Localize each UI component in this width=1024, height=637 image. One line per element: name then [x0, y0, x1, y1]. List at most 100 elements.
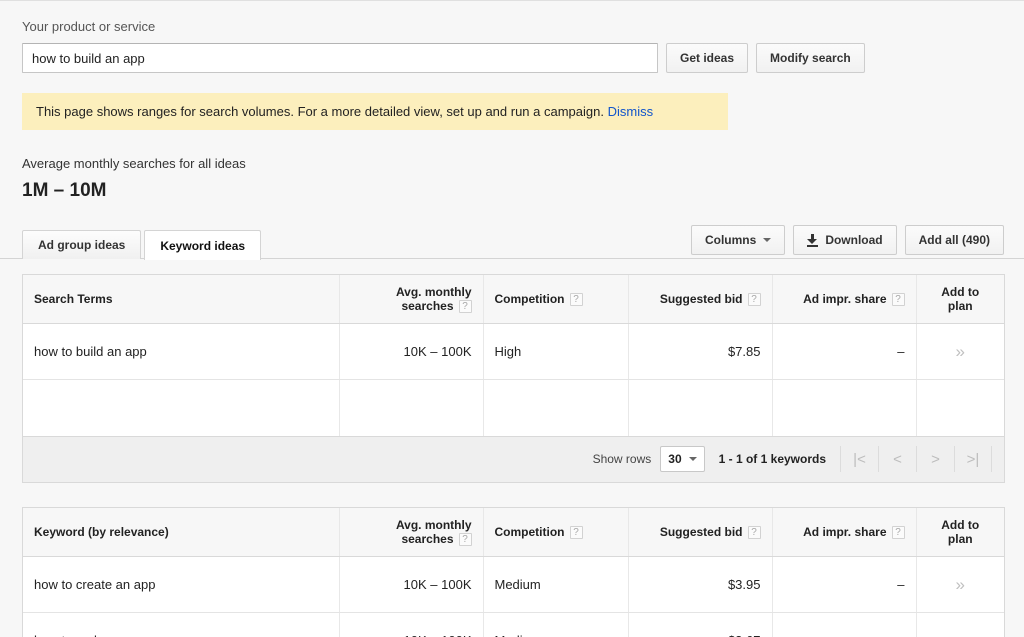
col-header-suggested-bid[interactable]: Suggested bid? — [628, 275, 773, 325]
table-spacer-row — [23, 379, 1004, 436]
pagination-bar: Show rows 30 1 - 1 of 1 keywords |< < > … — [22, 436, 1005, 483]
cell-competition: High — [483, 323, 629, 381]
help-icon[interactable]: ? — [747, 293, 761, 307]
col-header-ad-impr-share[interactable]: Ad impr. share? — [772, 275, 917, 325]
cell-ad-impr-share: – — [772, 323, 917, 381]
spacer-cell — [772, 379, 917, 436]
columns-button[interactable]: Columns — [690, 225, 786, 255]
col-label-line2: searches — [401, 531, 454, 546]
cell-avg-monthly-searches: 10K – 100K — [339, 612, 484, 637]
show-rows-label: Show rows — [592, 452, 652, 467]
col-label: Add to plan — [941, 517, 980, 546]
cell-avg-monthly-searches: 10K – 100K — [339, 556, 484, 614]
next-page-button[interactable]: > — [916, 446, 954, 473]
col-label: Keyword (by relevance) — [34, 524, 169, 539]
col-label: Suggested bid — [659, 292, 743, 306]
spacer-cell — [339, 379, 484, 436]
col-header-add-to-plan: Add to plan — [916, 507, 1004, 558]
rows-per-page-value: 30 — [668, 452, 682, 467]
pagination-range: 1 - 1 of 1 keywords — [718, 452, 826, 467]
cell-avg-monthly-searches: 10K – 100K — [339, 323, 484, 381]
col-header-search-terms[interactable]: Search Terms — [23, 275, 340, 325]
col-header-ad-impr-share[interactable]: Ad impr. share? — [772, 507, 917, 558]
download-button[interactable]: Download — [793, 225, 897, 255]
cell-add-to-plan[interactable]: » — [916, 323, 1004, 381]
last-page-button[interactable]: >| — [954, 446, 992, 473]
cell-add-to-plan[interactable]: » — [916, 612, 1004, 637]
search-field-label: Your product or service — [22, 19, 156, 34]
col-label: Competition — [494, 524, 565, 539]
col-header-competition[interactable]: Competition? — [483, 275, 629, 325]
tab-ad-group-ideas[interactable]: Ad group ideas — [22, 230, 142, 259]
col-label: Ad impr. share — [803, 292, 887, 306]
table-row[interactable]: how to create an app 10K – 100K Medium $… — [23, 556, 1004, 614]
add-to-plan-icon[interactable]: » — [956, 575, 965, 594]
col-label: Search Terms — [34, 292, 113, 307]
cell-suggested-bid: $3.95 — [628, 556, 773, 614]
prev-page-button[interactable]: < — [878, 446, 916, 473]
table-row[interactable]: how to build an app 10K – 100K High $7.8… — [23, 323, 1004, 381]
keyword-planner-page: Your product or service Get ideas Modify… — [0, 0, 1024, 637]
help-icon[interactable]: ? — [458, 300, 472, 314]
spacer-cell — [628, 379, 773, 436]
col-label-line1: Avg. monthly — [395, 285, 472, 299]
cell-add-to-plan[interactable]: » — [916, 556, 1004, 614]
cell-ad-impr-share: – — [772, 612, 917, 637]
add-to-plan-icon[interactable]: » — [956, 342, 965, 361]
summary-label: Average monthly searches for all ideas — [22, 156, 246, 171]
help-icon[interactable]: ? — [747, 526, 761, 540]
summary-value: 1M – 10M — [22, 180, 107, 201]
first-page-button[interactable]: |< — [840, 446, 878, 473]
col-label-line1: Avg. monthly — [395, 517, 472, 532]
table-header-row: Keyword (by relevance) Avg. monthly sear… — [23, 507, 1004, 558]
col-header-keyword-by-relevance[interactable]: Keyword (by relevance) — [23, 507, 340, 558]
download-icon — [807, 234, 819, 247]
col-header-add-to-plan: Add to plan — [916, 275, 1004, 325]
chevron-down-icon — [688, 457, 697, 462]
cell-suggested-bid: $3.67 — [628, 612, 773, 637]
col-header-competition[interactable]: Competition? — [483, 507, 629, 558]
tab-bar: Ad group ideas Keyword ideas Columns Dow… — [0, 225, 1024, 260]
tab-keyword-ideas[interactable]: Keyword ideas — [144, 230, 262, 260]
help-icon[interactable]: ? — [569, 526, 583, 540]
help-icon[interactable]: ? — [458, 533, 472, 547]
col-label: Ad impr. share — [803, 524, 887, 539]
spacer-cell — [916, 379, 1004, 436]
col-header-suggested-bid[interactable]: Suggested bid? — [628, 507, 773, 558]
col-header-avg-monthly-searches[interactable]: Avg. monthly searches? — [339, 507, 484, 558]
table-header-row: Search Terms Avg. monthly searches? Comp… — [23, 275, 1004, 325]
spacer-cell — [23, 379, 340, 436]
notice-banner: This page shows ranges for search volume… — [22, 93, 728, 130]
get-ideas-button[interactable]: Get ideas — [666, 43, 749, 73]
add-all-button[interactable]: Add all (490) — [904, 225, 1004, 255]
help-icon[interactable]: ? — [891, 526, 905, 540]
table-row[interactable]: how to make an app 10K – 100K Medium $3.… — [23, 612, 1004, 637]
col-label: Suggested bid — [659, 524, 743, 539]
chevron-down-icon — [763, 238, 772, 242]
spacer-cell — [483, 379, 629, 436]
col-label: Competition — [494, 292, 565, 306]
rows-per-page-select[interactable]: 30 — [660, 446, 705, 473]
notice-dismiss-link[interactable]: Dismiss — [608, 104, 654, 119]
add-to-plan-icon[interactable]: » — [956, 631, 965, 637]
search-row: Get ideas Modify search — [22, 43, 1002, 73]
cell-suggested-bid: $7.85 — [628, 323, 773, 381]
columns-label: Columns — [704, 233, 757, 247]
col-header-avg-monthly-searches[interactable]: Avg. monthly searches? — [339, 275, 484, 325]
cell-competition: Medium — [483, 556, 629, 614]
summary-section: Average monthly searches for all ideas 1… — [0, 130, 1024, 202]
search-section: Your product or service Get ideas Modify… — [0, 1, 1024, 73]
download-label: Download — [825, 233, 883, 247]
table-toolbar: Columns Download Add all (490) — [690, 225, 1004, 255]
keyword-ideas-table: Keyword (by relevance) Avg. monthly sear… — [22, 506, 1005, 637]
col-label: Add to plan — [941, 285, 980, 314]
help-icon[interactable]: ? — [569, 293, 583, 307]
col-label-line2: searches — [401, 299, 454, 313]
cell-term: how to create an app — [23, 556, 340, 614]
help-icon[interactable]: ? — [891, 293, 905, 307]
cell-term: how to make an app — [23, 612, 340, 637]
cell-ad-impr-share: – — [772, 556, 917, 614]
search-input[interactable] — [22, 43, 658, 73]
modify-search-button[interactable]: Modify search — [756, 43, 865, 73]
search-terms-table: Search Terms Avg. monthly searches? Comp… — [22, 274, 1005, 437]
